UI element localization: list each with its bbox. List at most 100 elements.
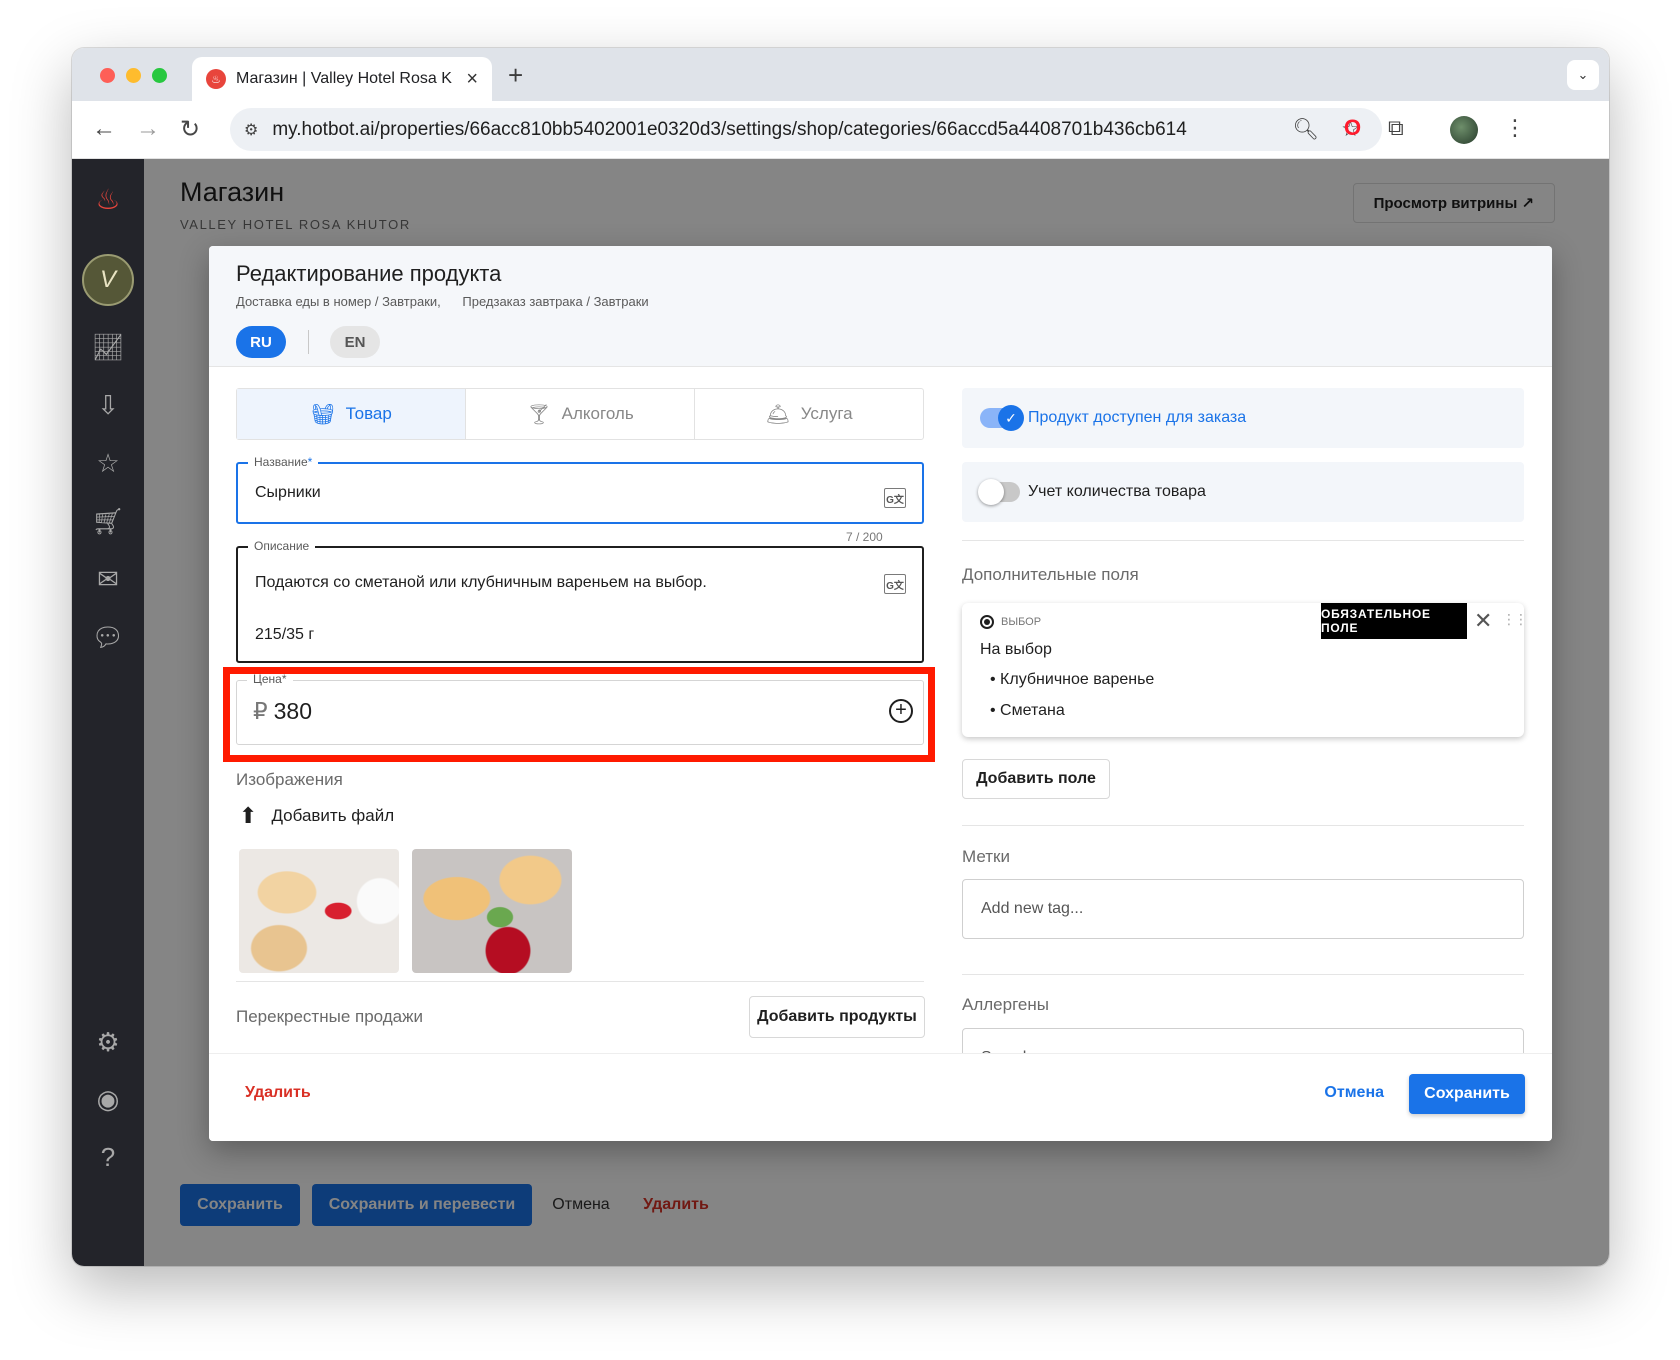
close-icon[interactable]: ✕ xyxy=(1474,608,1492,634)
divider xyxy=(962,974,1524,975)
modal-footer: Удалить Отмена Сохранить xyxy=(209,1053,1552,1141)
drag-handle-icon[interactable]: ⋮⋮ xyxy=(1502,611,1528,628)
extra-field-option: • Сметана xyxy=(990,702,1065,719)
analytics-chart-icon[interactable]: 📈︎ xyxy=(88,327,128,367)
chevron-down-icon[interactable]: ⌄ xyxy=(1567,60,1599,90)
divider xyxy=(962,825,1524,826)
add-file-label: Добавить файл xyxy=(271,806,395,825)
delete-button[interactable]: Удалить xyxy=(245,1084,311,1102)
inbox-download-icon[interactable]: ⇩ xyxy=(88,385,128,425)
tab-service[interactable]: 🛎︎ Услуга xyxy=(695,389,923,439)
flame-icon: ♨ xyxy=(206,69,226,89)
checkmark-icon: ✓ xyxy=(998,405,1024,431)
back-arrow-icon[interactable]: ← xyxy=(92,115,116,143)
zoom-icon[interactable]: 🔍︎ xyxy=(1293,118,1320,142)
gear-icon[interactable]: ⚙ xyxy=(88,1022,128,1062)
cocktail-icon: 🍸︎ xyxy=(526,403,552,426)
allergens-label: Аллергены xyxy=(962,995,1049,1014)
name-field[interactable]: Название* Сырники G文 xyxy=(236,455,924,524)
stock-tracking-row[interactable]: Учет количества товара xyxy=(962,462,1524,522)
close-window-button[interactable] xyxy=(100,68,115,83)
modal-header: Редактирование продукта Доставка еды в н… xyxy=(209,246,1552,367)
translate-icon[interactable]: G文 xyxy=(884,574,906,594)
modal-body: 🧺︎ Товар 🍸︎ Алкоголь 🛎︎ Услуга Название*… xyxy=(209,367,1552,1053)
product-image-thumbnail[interactable] xyxy=(412,849,572,973)
required-field-badge: ОБЯЗАТЕЛЬНОЕ ПОЛЕ xyxy=(1321,603,1467,639)
shopping-cart-icon[interactable]: 🛒︎ xyxy=(88,501,128,541)
reload-icon[interactable]: ↻ xyxy=(180,115,200,144)
name-input[interactable]: Сырники xyxy=(255,484,321,502)
available-for-order-row[interactable]: ✓ Продукт доступен для заказа xyxy=(962,388,1524,448)
language-divider xyxy=(308,330,309,354)
url-text[interactable]: my.hotbot.ai/properties/66acc810bb540200… xyxy=(272,119,1292,141)
tab-label: Товар xyxy=(345,404,392,423)
chat-bubble-icon[interactable]: 💬︎ xyxy=(88,617,128,657)
site-settings-icon[interactable]: ⚙ xyxy=(244,120,258,140)
tags-label: Метки xyxy=(962,847,1010,866)
price-highlight-box xyxy=(223,667,935,762)
stock-toggle-label: Учет количества товара xyxy=(1028,483,1206,500)
divider xyxy=(236,981,924,982)
modal-overlay[interactable]: Редактирование продукта Доставка еды в н… xyxy=(144,159,1609,1266)
stock-toggle[interactable] xyxy=(978,479,1020,505)
star-tray-icon[interactable]: ☆ xyxy=(88,443,128,483)
cancel-button[interactable]: Отмена xyxy=(1324,1084,1384,1102)
opera-extension-icon[interactable]: O xyxy=(1344,115,1361,141)
extra-field-option: • Клубничное варенье xyxy=(990,671,1155,688)
add-file-button[interactable]: ⬆ Добавить файл xyxy=(239,803,394,829)
address-bar[interactable]: ⚙ my.hotbot.ai/properties/66acc810bb5402… xyxy=(230,108,1382,151)
maximize-window-button[interactable] xyxy=(152,68,167,83)
add-products-button[interactable]: Добавить продукты xyxy=(749,996,925,1038)
description-field[interactable]: Описание Подаются со сметаной или клубни… xyxy=(236,539,924,663)
description-field-label: Описание xyxy=(248,539,316,553)
edit-product-modal: Редактирование продукта Доставка еды в н… xyxy=(209,246,1552,1141)
app-content: ♨ V 📈︎ ⇩ ☆ 🛒︎ ✉ 💬︎ ⚙ ◉ ? Магазин VALLEY … xyxy=(72,159,1609,1266)
profile-avatar[interactable] xyxy=(1450,116,1478,144)
breadcrumb-item: Предзаказ завтрака / Завтраки xyxy=(462,294,649,309)
tab-alcohol[interactable]: 🍸︎ Алкоголь xyxy=(466,389,695,439)
minimize-window-button[interactable] xyxy=(126,68,141,83)
available-toggle-label: Продукт доступен для заказа xyxy=(1028,409,1247,426)
tab-title: Магазин | Valley Hotel Rosa K xyxy=(236,70,452,87)
tab-strip: ♨ Магазин | Valley Hotel Rosa K × + ⌄ xyxy=(72,48,1609,101)
service-icon: 🛎︎ xyxy=(765,403,791,426)
add-field-button[interactable]: Добавить поле xyxy=(962,759,1110,799)
user-circle-icon[interactable]: ◉ xyxy=(88,1079,128,1119)
browser-tab[interactable]: ♨ Магазин | Valley Hotel Rosa K × xyxy=(192,57,492,101)
radio-icon xyxy=(980,615,994,629)
images-label: Изображения xyxy=(236,770,343,789)
upload-icon: ⬆ xyxy=(239,803,258,828)
translate-icon[interactable]: G文 xyxy=(884,488,906,508)
breadcrumb-item: Доставка еды в номер / Завтраки, xyxy=(236,294,441,309)
extra-field-title: На выбор xyxy=(980,641,1052,658)
tab-label: Алкоголь xyxy=(561,404,634,423)
new-tab-button[interactable]: + xyxy=(508,60,523,91)
envelope-icon[interactable]: ✉ xyxy=(88,559,128,599)
property-avatar[interactable]: V xyxy=(82,254,134,306)
forward-arrow-icon[interactable]: → xyxy=(136,115,160,143)
flame-logo-icon[interactable]: ♨ xyxy=(88,179,128,219)
kebab-menu-icon[interactable]: ⋮ xyxy=(1504,115,1526,141)
breadcrumb: Доставка еды в номер / Завтраки, Предзак… xyxy=(236,294,667,309)
basket-icon: 🧺︎ xyxy=(310,403,336,426)
available-toggle[interactable]: ✓ xyxy=(980,405,1024,431)
tab-product[interactable]: 🧺︎ Товар xyxy=(237,389,466,439)
modal-title: Редактирование продукта xyxy=(236,261,502,286)
extra-field-card[interactable]: ВЫБОР ОБЯЗАТЕЛЬНОЕ ПОЛЕ ✕ ⋮⋮ На выбор • … xyxy=(962,603,1528,737)
puzzle-extensions-icon[interactable]: ⧉ xyxy=(1388,115,1404,141)
product-image-thumbnail[interactable] xyxy=(239,849,399,973)
language-ru-button[interactable]: RU xyxy=(236,326,286,358)
sidebar: ♨ V 📈︎ ⇩ ☆ 🛒︎ ✉ 💬︎ ⚙ ◉ ? xyxy=(72,159,144,1266)
tags-input[interactable] xyxy=(962,879,1524,939)
toggle-knob xyxy=(978,479,1004,505)
close-icon[interactable]: × xyxy=(466,68,478,91)
allergens-search-input[interactable] xyxy=(962,1028,1524,1053)
browser-window: ♨ Магазин | Valley Hotel Rosa K × + ⌄ ← … xyxy=(72,48,1609,1266)
save-button[interactable]: Сохранить xyxy=(1409,1074,1525,1114)
cross-sales-label: Перекрестные продажи xyxy=(236,1007,423,1026)
help-icon[interactable]: ? xyxy=(88,1137,128,1177)
language-en-button[interactable]: EN xyxy=(330,326,380,358)
character-counter: 7 / 200 xyxy=(846,530,883,544)
description-input[interactable]: Подаются со сметаной или клубничным варе… xyxy=(255,570,855,648)
field-type-label: ВЫБОР xyxy=(1001,616,1042,628)
